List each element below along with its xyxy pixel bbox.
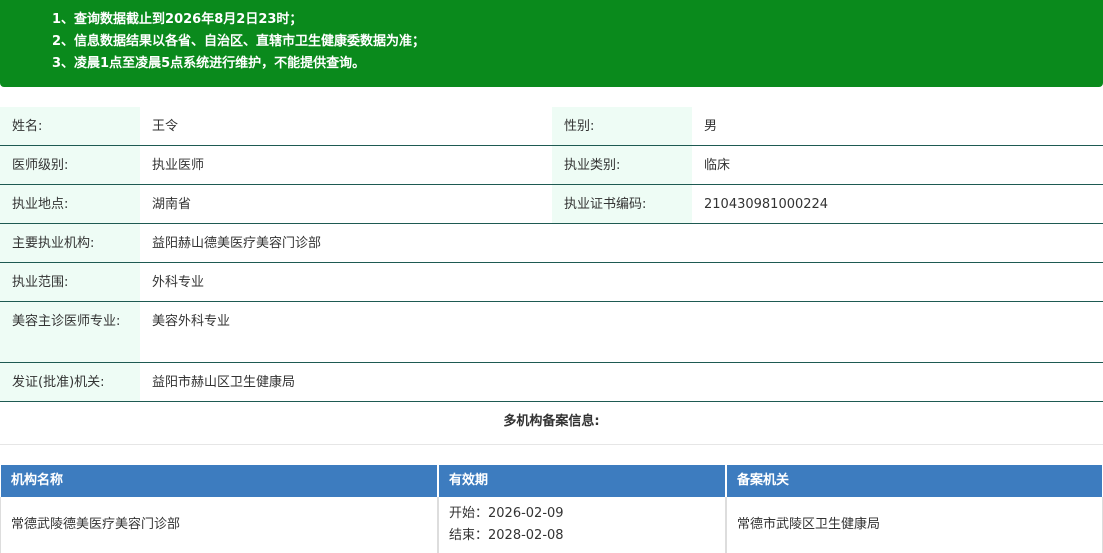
notice-banner: 1、查询数据截止到2026年8月2日23时； 2、信息数据结果以各省、自治区、直… bbox=[0, 0, 1103, 87]
cert-value: 210430981000224 bbox=[704, 197, 829, 212]
notice-line-3: 3、凌晨1点至凌晨5点系统进行维护，不能提供查询。 bbox=[52, 56, 366, 71]
notice-line-1: 1、查询数据截止到2026年8月2日23时； bbox=[52, 12, 303, 27]
institution-label: 主要执业机构: bbox=[0, 224, 140, 262]
header-authority: 备案机关 bbox=[726, 465, 1103, 497]
location-value: 湖南省 bbox=[152, 197, 192, 212]
cosmetic-label: 美容主诊医师专业: bbox=[0, 302, 140, 362]
multi-institution-table: 机构名称 有效期 备案机关 常德武陵德美医疗美容门诊部 开始：2026-02-0… bbox=[0, 465, 1103, 553]
notice-line-2: 2、信息数据结果以各省、自治区、直辖市卫生健康委数据为准； bbox=[52, 34, 426, 49]
row-authority-text: 常德市武陵区卫生健康局 bbox=[737, 517, 881, 532]
cosmetic-value: 美容外科专业 bbox=[152, 314, 231, 329]
row-authority: 常德市武陵区卫生健康局 bbox=[726, 497, 1103, 553]
info-row-name: 姓名: 王令 性别: 男 bbox=[0, 107, 1103, 146]
name-label: 姓名: bbox=[0, 107, 140, 145]
gender-label: 性别: bbox=[552, 107, 692, 145]
level-label: 医师级别: bbox=[0, 146, 140, 184]
doctor-info-table: 姓名: 王令 性别: 男 医师级别: 执业医师 执业类别: 临床 执业地点: 湖… bbox=[0, 107, 1103, 402]
location-label: 执业地点: bbox=[0, 185, 140, 223]
info-row-cosmetic: 美容主诊医师专业: 美容外科专业 bbox=[0, 302, 1103, 363]
authority-label: 发证(批准)机关: bbox=[0, 363, 140, 401]
info-row-location: 执业地点: 湖南省 执业证书编码: 210430981000224 bbox=[0, 185, 1103, 224]
category-label: 执业类别: bbox=[552, 146, 692, 184]
info-row-institution: 主要执业机构: 益阳赫山德美医疗美容门诊部 bbox=[0, 224, 1103, 263]
multi-institution-title: 多机构备案信息: bbox=[0, 402, 1103, 445]
org-name-text: 常德武陵德美医疗美容门诊部 bbox=[11, 517, 181, 532]
scope-value: 外科专业 bbox=[152, 275, 205, 290]
authority-value: 益阳市赫山区卫生健康局 bbox=[152, 375, 296, 390]
validity-end: 结束：2028-02-08 bbox=[449, 528, 564, 543]
table-header: 机构名称 有效期 备案机关 bbox=[0, 465, 1103, 497]
institution-value: 益阳赫山德美医疗美容门诊部 bbox=[152, 236, 322, 251]
scope-label: 执业范围: bbox=[0, 263, 140, 301]
level-value: 执业医师 bbox=[152, 158, 205, 173]
row-org-name: 常德武陵德美医疗美容门诊部 bbox=[0, 497, 438, 553]
header-org-name: 机构名称 bbox=[0, 465, 438, 497]
info-row-level: 医师级别: 执业医师 执业类别: 临床 bbox=[0, 146, 1103, 185]
cert-label: 执业证书编码: bbox=[552, 185, 692, 223]
gender-value: 男 bbox=[704, 119, 718, 134]
table-row: 常德武陵德美医疗美容门诊部 开始：2026-02-09 结束：2028-02-0… bbox=[0, 497, 1103, 553]
category-value: 临床 bbox=[704, 158, 731, 173]
info-row-scope: 执业范围: 外科专业 bbox=[0, 263, 1103, 302]
validity-start: 开始：2026-02-09 bbox=[449, 506, 564, 521]
name-value: 王令 bbox=[152, 119, 179, 134]
row-validity: 开始：2026-02-09 结束：2028-02-08 bbox=[438, 497, 726, 553]
header-validity: 有效期 bbox=[438, 465, 726, 497]
info-row-authority: 发证(批准)机关: 益阳市赫山区卫生健康局 bbox=[0, 363, 1103, 402]
